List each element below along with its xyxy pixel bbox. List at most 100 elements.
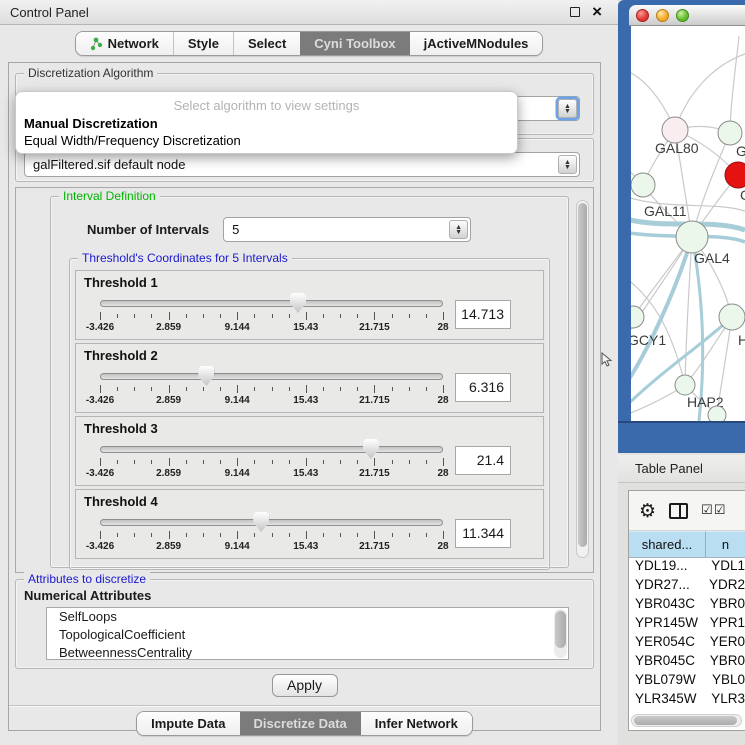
column-header-shared-name[interactable]: shared... [629, 531, 706, 557]
slider-tick [409, 533, 410, 537]
zoom-traffic-light-icon[interactable] [676, 9, 689, 22]
intervals-dropdown-button[interactable]: ▲▼ [449, 220, 468, 239]
column-header-name[interactable]: n [706, 531, 745, 557]
list-scrollbar[interactable] [554, 609, 567, 658]
slider-handle[interactable] [198, 366, 214, 386]
tab-impute-data[interactable]: Impute Data [137, 712, 239, 735]
table-row[interactable]: YPR145WYPR1 [629, 615, 745, 634]
algorithm-option[interactable]: Equal Width/Frequency Discretization [16, 132, 517, 149]
intervals-select[interactable]: 5 ▲▼ [223, 217, 471, 242]
table-data-dropdown-button[interactable]: ▲▼ [558, 155, 577, 174]
attributes-list[interactable]: SelfLoopsTopologicalCoefficientBetweenne… [46, 607, 569, 660]
slider-track[interactable] [100, 300, 443, 307]
threshold-1-slider[interactable]: -3.4262.8599.14415.4321.71528 [100, 290, 443, 338]
slider-handle[interactable] [363, 439, 379, 459]
tab-network[interactable]: Network [76, 32, 173, 55]
number-of-intervals-label: Number of Intervals [87, 222, 209, 237]
slider-tick [374, 312, 375, 320]
slider-tick [254, 387, 255, 391]
table-row[interactable]: YBL079WYBL0 [629, 672, 745, 691]
columns-icon[interactable] [669, 503, 688, 519]
slider-handle[interactable] [253, 512, 269, 532]
gear-icon[interactable]: ⚙ [639, 500, 656, 522]
threshold-4-slider[interactable]: -3.4262.8599.14415.4321.71528 [100, 509, 443, 557]
tab-cyni-toolbox[interactable]: Cyni Toolbox [300, 32, 409, 55]
table-row[interactable]: YER054CYER0 [629, 634, 745, 653]
network-node[interactable] [708, 406, 726, 421]
slider-tick [254, 314, 255, 318]
slider-tick [306, 531, 307, 539]
table-panel-title: Table Panel [635, 461, 703, 476]
intervals-value: 5 [232, 222, 239, 237]
threshold-3-slider[interactable]: -3.4262.8599.14415.4321.71528 [100, 436, 443, 484]
table-row[interactable]: YBR045CYBR0 [629, 653, 745, 672]
threshold-3-value-input[interactable]: 21.4 [455, 446, 511, 475]
tab-select[interactable]: Select [233, 32, 300, 55]
tick-label: 15.43 [293, 541, 318, 552]
tab-style[interactable]: Style [173, 32, 233, 55]
table-data-select[interactable]: galFiltered.sif default node ▲▼ [24, 152, 580, 177]
table-panel-titlebar: Table Panel [618, 455, 745, 483]
network-node-g[interactable] [718, 121, 742, 145]
threshold-1-value-input[interactable]: 14.713 [455, 300, 511, 329]
algorithm-option[interactable]: Manual Discretization [16, 115, 517, 132]
table-row[interactable]: YIL052CYIL0 [629, 710, 745, 711]
attribute-item[interactable]: TopologicalCoefficient [47, 626, 568, 644]
network-node-gal11[interactable] [631, 173, 655, 197]
threshold-panel: Threshold 4 -3.4262.8599.14415.4321.7152… [75, 489, 544, 559]
top-tabbar: NetworkStyleSelectCyni ToolboxjActiveMNo… [0, 31, 618, 56]
scrollbar-thumb[interactable] [578, 203, 587, 547]
threshold-4-value-input[interactable]: 11.344 [455, 519, 511, 548]
slider-tick [443, 385, 444, 393]
network-node-h[interactable] [719, 304, 745, 330]
slider-tick [134, 460, 135, 464]
select-columns-icon[interactable]: ☑☑ [701, 503, 726, 518]
threshold-2-slider[interactable]: -3.4262.8599.14415.4321.71528 [100, 363, 443, 411]
attribute-item[interactable]: BetweennessCentrality [47, 644, 568, 660]
scrollbar-thumb[interactable] [634, 716, 737, 725]
bottom-tab-group: Impute DataDiscretize DataInfer Network [136, 711, 473, 736]
node-label: GCY1 [631, 332, 666, 348]
slider-tick [426, 460, 427, 464]
network-node-c[interactable] [725, 162, 745, 188]
float-panel-icon[interactable] [570, 7, 580, 17]
network-node-hap2[interactable] [675, 375, 695, 395]
network-node-gal4[interactable] [676, 221, 708, 253]
slider-tick [374, 385, 375, 393]
vertical-scrollbar[interactable] [576, 200, 589, 558]
scrollbar-thumb[interactable] [555, 611, 566, 648]
horizontal-scrollbar[interactable] [631, 714, 742, 727]
table-cell: YDL1 [704, 558, 745, 577]
node-label: H [738, 332, 745, 348]
slider-track[interactable] [100, 446, 443, 453]
mouse-cursor [601, 352, 613, 368]
slider-track[interactable] [100, 373, 443, 380]
table-row[interactable]: YDR27...YDR2 [629, 577, 745, 596]
tab-infer-network[interactable]: Infer Network [361, 712, 472, 735]
attribute-item[interactable]: SelfLoops [47, 608, 568, 626]
minimize-traffic-light-icon[interactable] [656, 9, 669, 22]
table-row[interactable]: YBR043CYBR0 [629, 596, 745, 615]
slider-tick [289, 460, 290, 464]
threshold-panel: Threshold 2 -3.4262.8599.14415.4321.7152… [75, 343, 544, 413]
table-row[interactable]: YLR345WYLR3 [629, 691, 745, 710]
tab-discretize-data[interactable]: Discretize Data [240, 712, 361, 735]
algorithm-dropdown-button[interactable]: ▲▼ [558, 99, 577, 118]
network-canvas[interactable]: GAL80GCGAL11GAL4GCY1HHAP2 [631, 26, 745, 421]
threshold-2-value-input[interactable]: 6.316 [455, 373, 511, 402]
slider-tick [392, 387, 393, 391]
tab-jactivemnodules[interactable]: jActiveMNodules [410, 32, 543, 55]
network-edge [631, 276, 685, 385]
network-window-titlebar[interactable] [629, 5, 745, 26]
close-icon[interactable]: × [592, 7, 602, 17]
close-traffic-light-icon[interactable] [636, 9, 649, 22]
slider-tick [134, 533, 135, 537]
slider-tick [357, 533, 358, 537]
slider-track[interactable] [100, 519, 443, 526]
slider-handle[interactable] [290, 293, 306, 313]
apply-button[interactable]: Apply [272, 674, 338, 697]
table-row[interactable]: YDL19...YDL1 [629, 558, 745, 577]
threshold-label: Threshold 2 [84, 348, 535, 363]
network-node-gcy1[interactable] [631, 306, 644, 328]
slider-tick [340, 460, 341, 464]
